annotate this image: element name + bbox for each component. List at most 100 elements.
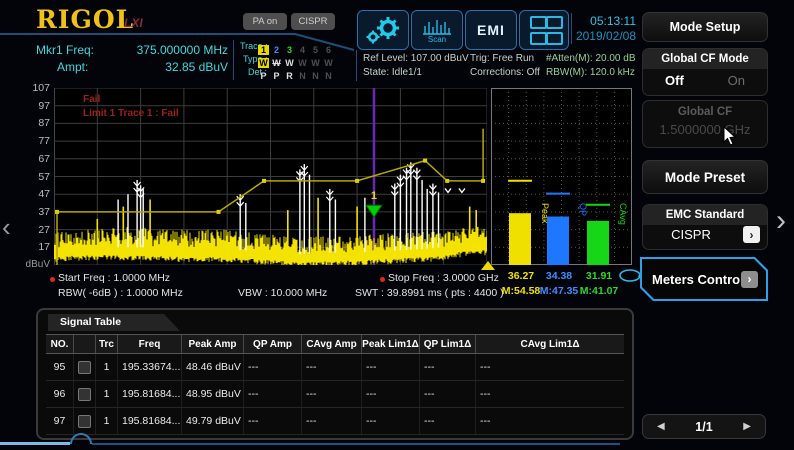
atten-status: #Atten(M): 20.00 dB <box>546 53 636 64</box>
bottom-edge-line <box>92 443 620 445</box>
svg-text:Limit 1 Trace 1 : Fail: Limit 1 Trace 1 : Fail <box>83 108 179 119</box>
col-cavg-amp: CAvg Amp <box>302 335 362 353</box>
emi-mode-button[interactable]: EMI <box>465 10 517 50</box>
col-qp-lim: QP Lim1Δ <box>420 335 476 353</box>
scan-label: Scan <box>428 35 446 44</box>
divider <box>356 50 357 81</box>
mode-setup-button[interactable]: Mode Setup <box>642 12 768 42</box>
col-peak-lim: Peak Lim1Δ <box>362 335 420 353</box>
row-checkbox[interactable] <box>78 415 91 428</box>
lxi-badge: LXI <box>124 16 143 30</box>
row-checkbox[interactable] <box>78 388 91 401</box>
y-axis-unit-label: dBuV <box>18 259 50 270</box>
col-peak-amp: Peak Amp <box>182 335 244 353</box>
table-row[interactable]: 97 1 195.81684... 49.79 dBuV --- --- ---… <box>46 408 624 435</box>
vbw-label: VBW : 10.000 MHz <box>238 287 327 299</box>
trace-det-2: P <box>271 71 282 81</box>
mouse-cursor <box>723 126 737 146</box>
frame-line <box>0 33 296 35</box>
y-tick-77: 77 <box>20 135 50 147</box>
y-tick-97: 97 <box>20 100 50 112</box>
meters-control-button[interactable]: Meters Control › <box>640 257 768 301</box>
spectrum-plot: 1FailLimit 1 Trace 1 : Fail <box>54 88 487 265</box>
stop-freq-marker-icon <box>380 277 385 282</box>
signal-table: NO. Trc Freq Peak Amp QP Amp CAvg Amp Pe… <box>46 334 624 435</box>
right-panel-chevron-icon[interactable]: › <box>776 208 786 234</box>
prev-page-icon[interactable]: ◀ <box>657 421 665 432</box>
swt-label: SWT : 39.8991 ms ( pts : 4400 ) <box>355 287 504 299</box>
left-panel-chevron-icon[interactable]: ‹ <box>2 214 11 240</box>
ref-level-status: Ref Level: 107.00 dBuV <box>363 53 469 64</box>
sweep-position-icon <box>481 261 495 270</box>
grid-layout-icon <box>530 16 559 45</box>
global-cf-value: 1.5000000 GHz <box>643 122 767 137</box>
cavg-meter-max: M:41.07 <box>576 285 622 297</box>
cispr-button[interactable]: CISPR <box>291 13 335 30</box>
col-no: NO. <box>46 335 74 353</box>
rigol-logo: RIGOL <box>36 5 134 34</box>
table-row[interactable]: 95 1 195.33674... 48.46 dBuV --- --- ---… <box>46 354 624 381</box>
emi-label: EMI <box>477 22 505 38</box>
col-qp-amp: QP Amp <box>244 335 302 353</box>
signal-table-header: NO. Trc Freq Peak Amp QP Amp CAvg Amp Pe… <box>46 334 624 354</box>
rbw-label: RBW( -6dB ) : 1.0000 MHz <box>58 287 183 299</box>
y-tick-17: 17 <box>20 241 50 253</box>
trace-det-row: PPRNNN <box>258 66 336 84</box>
signal-table-tab[interactable]: Signal Table <box>48 314 180 331</box>
stop-freq-label: Stop Freq : 3.0000 GHz <box>388 272 499 284</box>
y-tick-67: 67 <box>20 153 50 165</box>
next-page-icon[interactable]: ▶ <box>743 421 751 432</box>
trace-det-1: P <box>258 71 269 81</box>
meter-bars-plot: PeakQPCAvg <box>491 88 632 265</box>
scan-spectrum-icon <box>422 17 452 35</box>
bottom-edge-bright <box>0 442 70 445</box>
pa-on-button[interactable]: PA on <box>243 13 287 30</box>
global-cf-mode-off[interactable]: Off <box>665 73 684 88</box>
emc-standard-chevron-icon[interactable]: › <box>743 226 760 243</box>
scan-button[interactable]: Scan <box>411 10 463 50</box>
divider <box>233 40 234 80</box>
emc-standard-title: EMC Standard <box>643 205 767 225</box>
y-tick-57: 57 <box>20 171 50 183</box>
analyzer-screen: RIGOL LXI PA on CISPR Mkr1 Freq: 375.000… <box>0 0 794 450</box>
gear-icon <box>364 15 402 45</box>
y-tick-107: 107 <box>20 82 50 94</box>
marker-freq-value: 375.000000 MHz <box>108 43 228 57</box>
row-checkbox[interactable] <box>78 361 91 374</box>
emc-standard-value: CISPR <box>643 227 739 242</box>
global-cf-mode-on[interactable]: On <box>728 73 745 88</box>
meters-control-chevron-icon: › <box>741 271 758 288</box>
marker-ampt-label: Ampt: <box>57 60 88 74</box>
y-tick-37: 37 <box>20 206 50 218</box>
y-tick-87: 87 <box>20 117 50 129</box>
system-setup-button[interactable] <box>357 10 409 50</box>
clock-time: 05:13:11 <box>566 14 636 28</box>
global-cf-mode-section: Global CF Mode Off On <box>642 48 768 96</box>
table-row[interactable]: 96 1 195.81684... 48.95 dBuV --- --- ---… <box>46 381 624 408</box>
start-freq-marker-icon <box>50 277 55 282</box>
marker-freq-label: Mkr1 Freq: <box>36 43 94 57</box>
start-freq-label: Start Freq : 1.0000 MHz <box>58 272 170 284</box>
trig-status: Trig: Free Run <box>470 53 534 64</box>
col-freq: Freq <box>118 335 182 353</box>
svg-text:CAvg: CAvg <box>618 203 628 225</box>
global-cf-mode-title: Global CF Mode <box>643 49 767 69</box>
corrections-status: Corrections: Off <box>470 67 540 78</box>
col-check <box>74 335 96 353</box>
col-cavg-lim: CAvg Lim1Δ <box>476 335 624 353</box>
clock-date: 2019/02/08 <box>558 29 636 43</box>
page-navigation: ◀ 1/1 ▶ <box>642 414 766 439</box>
marker-ampt-value: 32.85 dBuV <box>108 60 228 74</box>
meters-refresh-icon[interactable] <box>616 268 644 283</box>
svg-text:Fail: Fail <box>83 94 100 105</box>
trace-det-4: N <box>297 71 308 81</box>
y-tick-47: 47 <box>20 188 50 200</box>
page-indicator: 1/1 <box>695 420 712 434</box>
y-tick-27: 27 <box>20 224 50 236</box>
global-cf-section[interactable]: Global CF 1.5000000 GHz <box>642 100 768 148</box>
meters-control-label: Meters Control <box>652 272 744 287</box>
global-cf-title: Global CF <box>643 106 767 118</box>
col-trc: Trc <box>96 335 118 353</box>
emc-standard-section[interactable]: EMC Standard CISPR › <box>642 204 768 250</box>
mode-preset-button[interactable]: Mode Preset <box>642 160 768 194</box>
